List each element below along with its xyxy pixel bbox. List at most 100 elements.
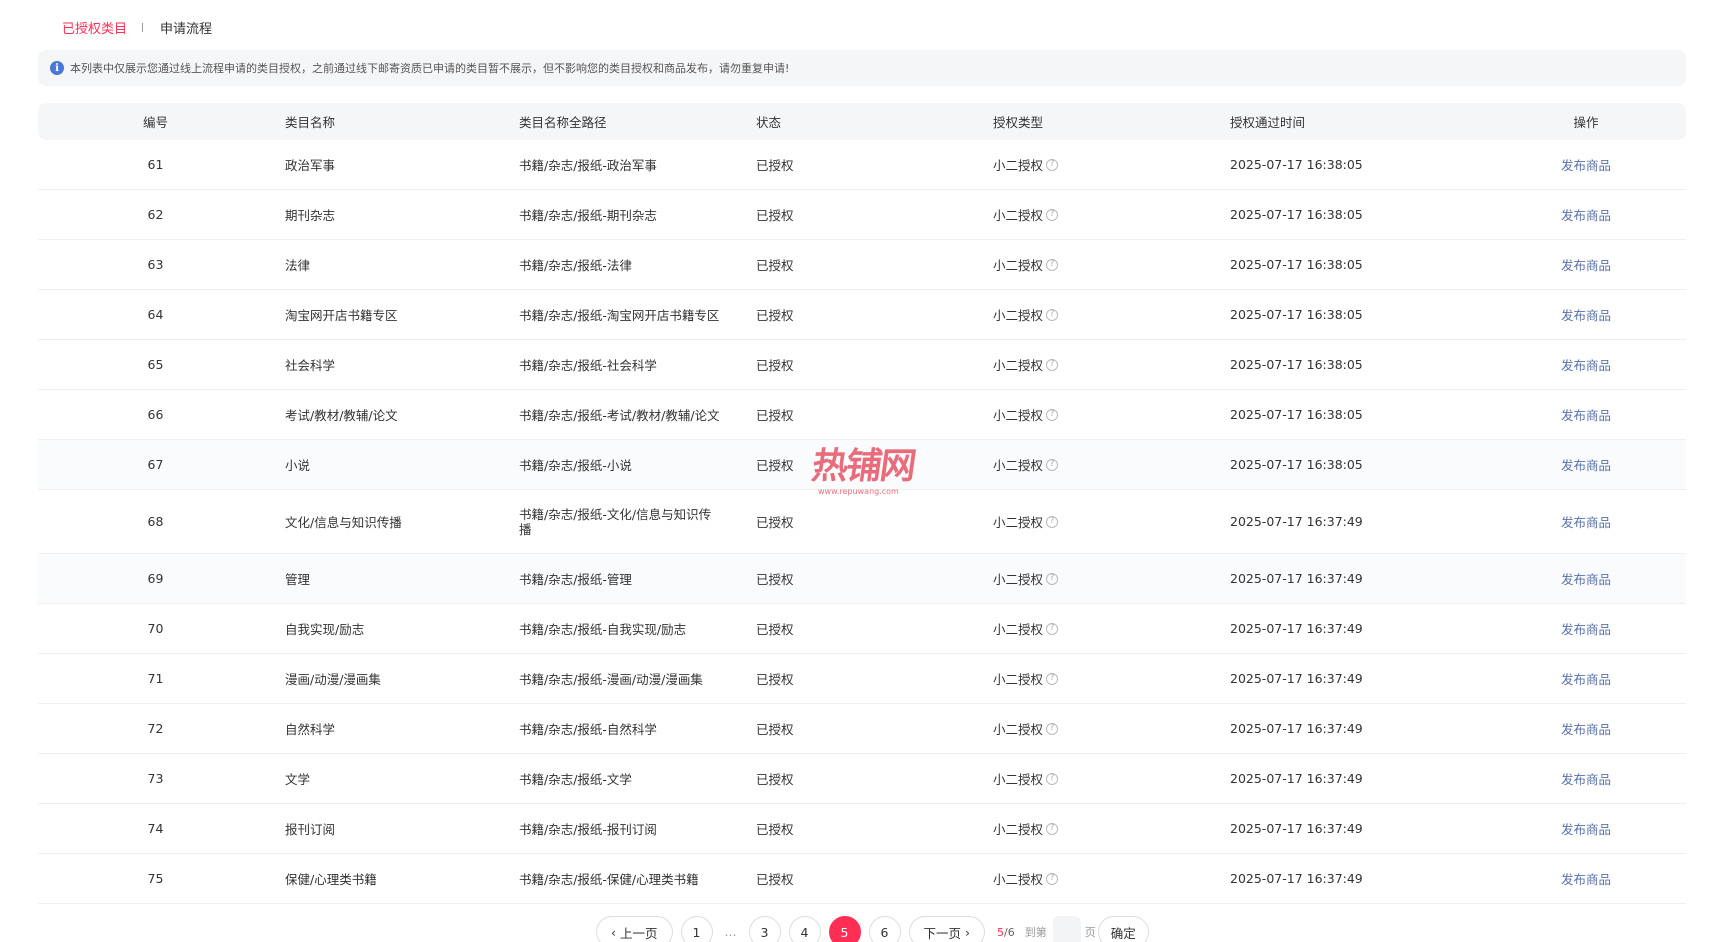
tab-divider xyxy=(142,22,144,32)
goto-page-input[interactable] xyxy=(1052,916,1081,942)
chevron-right-icon: › xyxy=(961,924,970,940)
table-row: 63 法律 书籍/杂志/报纸-法律 已授权 小二授权? 2025-07-17 16:38:… xyxy=(38,240,1686,290)
auth-type-label: 小二授权 xyxy=(993,208,1044,223)
publish-goods-link[interactable]: 发布商品 xyxy=(1561,515,1611,530)
publish-goods-link[interactable]: 发布商品 xyxy=(1561,408,1611,423)
prev-page-label: 上一页 xyxy=(619,925,658,941)
cell-auth-time: 2025-07-17 16:38:05 xyxy=(1230,357,1363,372)
cell-status: 已授权 xyxy=(756,872,794,887)
cell-category-name: 社会科学 xyxy=(285,358,336,373)
tab-authorized-categories[interactable]: 已授权类目 xyxy=(62,18,127,37)
question-icon[interactable]: ? xyxy=(1046,158,1059,171)
publish-goods-link[interactable]: 发布商品 xyxy=(1561,258,1611,273)
auth-type-label: 小二授权 xyxy=(993,872,1044,887)
cell-category-path: 书籍/杂志/报纸-报刊订阅 xyxy=(519,822,657,837)
cell-auth-time: 2025-07-17 16:37:49 xyxy=(1230,721,1363,736)
cell-category-name: 漫画/动漫/漫画集 xyxy=(285,672,381,687)
cell-auth-time: 2025-07-17 16:38:05 xyxy=(1230,157,1363,172)
table-header: 编号 类目名称 类目名称全路径 状态 授权类型 授权通过时间 操作 xyxy=(38,103,1686,140)
cell-category-path: 书籍/杂志/报纸-自然科学 xyxy=(519,722,657,737)
next-page-button[interactable]: 下一页 › xyxy=(908,916,985,942)
cell-auth-type: 小二授权? xyxy=(983,455,1220,474)
question-icon[interactable]: ? xyxy=(1046,622,1059,635)
auth-type-label: 小二授权 xyxy=(993,722,1044,737)
cell-auth-type: 小二授权? xyxy=(983,512,1220,531)
auth-type-label: 小二授权 xyxy=(993,822,1044,837)
cell-auth-time: 2025-07-17 16:37:49 xyxy=(1230,821,1363,836)
publish-goods-link[interactable]: 发布商品 xyxy=(1561,572,1611,587)
question-icon[interactable]: ? xyxy=(1046,672,1059,685)
cell-category-path: 书籍/杂志/报纸-考试/教材/教辅/论文 xyxy=(519,408,720,423)
cell-category-name: 政治军事 xyxy=(285,158,336,173)
question-icon[interactable]: ? xyxy=(1046,822,1059,835)
header-id: 编号 xyxy=(142,115,168,130)
publish-goods-link[interactable]: 发布商品 xyxy=(1561,822,1611,837)
table-row: 64 淘宝网开店书籍专区 书籍/杂志/报纸-淘宝网开店书籍专区 已授权 小二授权? 202… xyxy=(38,290,1686,340)
question-icon[interactable]: ? xyxy=(1046,515,1059,528)
publish-goods-link[interactable]: 发布商品 xyxy=(1561,672,1611,687)
cell-action: 发布商品 xyxy=(1486,719,1686,738)
auth-type-wrap: 小二授权? xyxy=(993,719,1059,738)
auth-type-wrap: 小二授权? xyxy=(993,305,1059,324)
cell-status: 已授权 xyxy=(756,515,794,530)
question-icon[interactable]: ? xyxy=(1046,772,1059,785)
page-button-6[interactable]: 6 xyxy=(868,916,901,942)
cell-action: 发布商品 xyxy=(1486,305,1686,324)
auth-type-label: 小二授权 xyxy=(993,622,1044,637)
cell-id: 73 xyxy=(147,771,164,786)
auth-type-label: 小二授权 xyxy=(993,515,1044,530)
cell-action: 发布商品 xyxy=(1486,819,1686,838)
page-button-3[interactable]: 3 xyxy=(748,916,781,942)
page-button-5-current[interactable]: 5 xyxy=(828,916,861,942)
cell-category-path: 书籍/杂志/报纸-管理 xyxy=(519,572,632,587)
cell-action: 发布商品 xyxy=(1486,869,1686,888)
publish-goods-link[interactable]: 发布商品 xyxy=(1561,208,1611,223)
question-icon[interactable]: ? xyxy=(1046,258,1059,271)
question-icon[interactable]: ? xyxy=(1046,308,1059,321)
cell-category-name: 保健/心理类书籍 xyxy=(285,872,377,887)
cell-auth-time: 2025-07-17 16:38:05 xyxy=(1230,257,1363,272)
page-button-4[interactable]: 4 xyxy=(788,916,821,942)
confirm-goto-button[interactable]: 确定 xyxy=(1097,916,1149,942)
cell-category-path: 书籍/杂志/报纸-自我实现/励志 xyxy=(519,622,687,637)
authorized-category-table: 编号 类目名称 类目名称全路径 状态 授权类型 授权通过时间 操作 61 政治军事… xyxy=(38,103,1686,904)
table-row: 74 报刊订阅 书籍/杂志/报纸-报刊订阅 已授权 小二授权? 2025-07-17 16… xyxy=(38,804,1686,854)
auth-type-wrap: 小二授权? xyxy=(993,819,1059,838)
publish-goods-link[interactable]: 发布商品 xyxy=(1561,158,1611,173)
cell-auth-time: 2025-07-17 16:37:49 xyxy=(1230,871,1363,886)
cell-id: 62 xyxy=(147,207,164,222)
cell-category-path: 书籍/杂志/报纸-政治军事 xyxy=(519,158,657,173)
question-icon[interactable]: ? xyxy=(1046,358,1059,371)
cell-auth-type: 小二授权? xyxy=(983,355,1220,374)
prev-page-button[interactable]: ‹ 上一页 xyxy=(596,916,673,942)
auth-type-label: 小二授权 xyxy=(993,258,1044,273)
cell-id: 68 xyxy=(147,514,164,529)
cell-category-path: 书籍/杂志/报纸-法律 xyxy=(519,258,632,273)
publish-goods-link[interactable]: 发布商品 xyxy=(1561,622,1611,637)
publish-goods-link[interactable]: 发布商品 xyxy=(1561,722,1611,737)
question-icon[interactable]: ? xyxy=(1046,458,1059,471)
cell-id: 66 xyxy=(147,407,164,422)
cell-id: 75 xyxy=(147,871,164,886)
publish-goods-link[interactable]: 发布商品 xyxy=(1561,308,1611,323)
cell-status: 已授权 xyxy=(756,358,794,373)
tab-application-process[interactable]: 申请流程 xyxy=(160,18,212,37)
question-icon[interactable]: ? xyxy=(1046,872,1059,885)
cell-auth-time: 2025-07-17 16:38:05 xyxy=(1230,307,1363,322)
cell-category-name: 法律 xyxy=(285,258,311,273)
question-icon[interactable]: ? xyxy=(1046,572,1059,585)
auth-type-wrap: 小二授权? xyxy=(993,619,1059,638)
publish-goods-link[interactable]: 发布商品 xyxy=(1561,358,1611,373)
page-button-1[interactable]: 1 xyxy=(680,916,713,942)
question-icon[interactable]: ? xyxy=(1046,722,1059,735)
cell-category-path: 书籍/杂志/报纸-保健/心理类书籍 xyxy=(519,872,699,887)
auth-type-wrap: 小二授权? xyxy=(993,769,1059,788)
publish-goods-link[interactable]: 发布商品 xyxy=(1561,458,1611,473)
question-icon[interactable]: ? xyxy=(1046,408,1059,421)
table-row: 61 政治军事 书籍/杂志/报纸-政治军事 已授权 小二授权? 2025-07-17 16… xyxy=(38,140,1686,190)
publish-goods-link[interactable]: 发布商品 xyxy=(1561,772,1611,787)
auth-type-wrap: 小二授权? xyxy=(993,669,1059,688)
publish-goods-link[interactable]: 发布商品 xyxy=(1561,872,1611,887)
question-icon[interactable]: ? xyxy=(1046,208,1059,221)
cell-status: 已授权 xyxy=(756,672,794,687)
